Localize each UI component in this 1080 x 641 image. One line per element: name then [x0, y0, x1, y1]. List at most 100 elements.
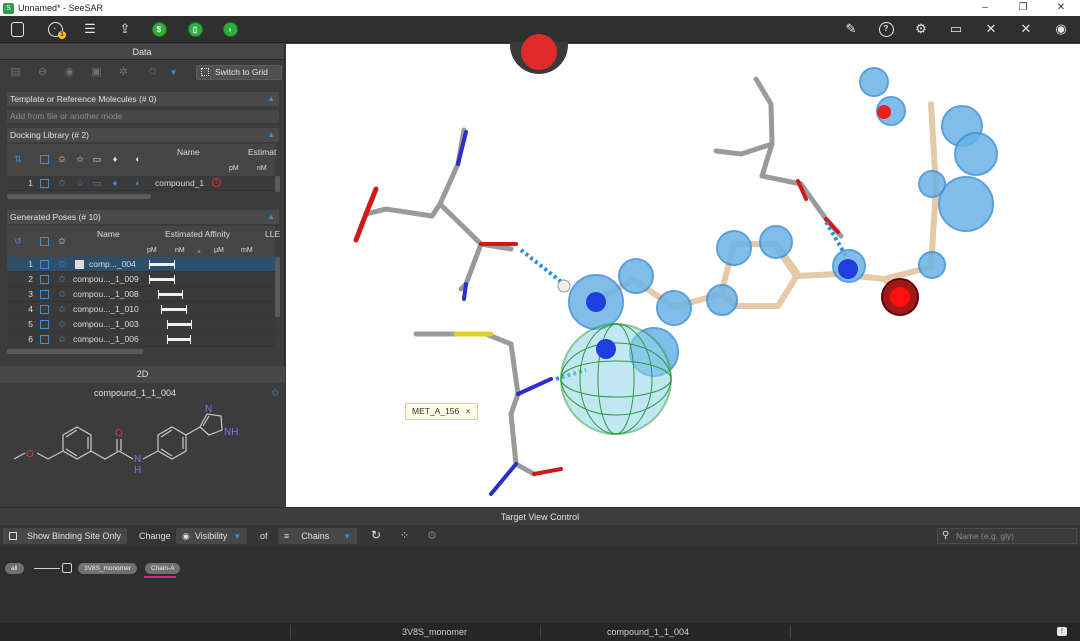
pin-icon[interactable]: ✩	[57, 274, 67, 284]
palette-icon[interactable]: ◐	[133, 178, 143, 188]
row-checkbox[interactable]	[40, 320, 49, 329]
preferences-button[interactable]: ⚙	[912, 20, 930, 38]
green-action-2-button[interactable]: ▯	[186, 20, 204, 38]
col-estimated-header[interactable]: Estimat	[248, 147, 276, 157]
view-button[interactable]: ◉	[1052, 20, 1070, 38]
comment-icon[interactable]: ▭	[92, 154, 102, 164]
row-checkbox[interactable]	[40, 179, 49, 188]
flame-icon[interactable]: ♦	[110, 178, 120, 188]
eye-icon[interactable]: ◉	[63, 66, 76, 79]
pin-icon[interactable]: ✩	[57, 334, 67, 344]
minus-circle-icon[interactable]: ⊖	[36, 66, 49, 79]
two-d-panel-title: 2D	[0, 366, 285, 383]
table-row[interactable]: 1 ✩ ☆ ▭ ♦ ◐ compound_1 !	[7, 176, 275, 191]
reset-view-button[interactable]: ↻	[371, 528, 381, 544]
star-icon[interactable]: ☆	[75, 154, 85, 164]
pin-icon[interactable]: ✩	[57, 236, 67, 246]
eye-toggle-icon[interactable]	[62, 563, 72, 573]
row-checkbox[interactable]	[40, 290, 49, 299]
generated-poses-count: (# 10)	[78, 212, 101, 222]
settings-gear-button[interactable]: ⚙	[427, 528, 437, 544]
sort-icon[interactable]: ⇅	[13, 154, 23, 164]
pin-icon[interactable]: ✩	[271, 388, 279, 399]
chevron-down-icon[interactable]: ▼	[167, 66, 180, 79]
poses-vertical-scrollbar[interactable]	[275, 257, 280, 317]
show-binding-site-only-button[interactable]: Show Binding Site Only	[3, 528, 128, 544]
row-checkbox[interactable]	[40, 335, 49, 344]
col-name-header[interactable]: Name	[177, 147, 200, 157]
pin-icon[interactable]: ✩	[57, 289, 67, 299]
docking-library-count: (# 2)	[71, 130, 89, 140]
row-checkbox[interactable]	[40, 305, 49, 314]
poses-horizontal-scrollbar[interactable]	[7, 349, 143, 354]
pin-icon[interactable]: ✩	[57, 178, 67, 188]
row-number: 1	[28, 178, 33, 188]
restore-button[interactable]: ❐	[1004, 0, 1042, 16]
switch-to-grid-button[interactable]: Switch to Grid	[196, 65, 282, 80]
star-edit-icon[interactable]: ✩	[146, 66, 159, 79]
pin-icon[interactable]: ✩	[57, 304, 67, 314]
row-number: 6	[28, 334, 33, 344]
save-icon[interactable]: ▣	[90, 66, 103, 79]
pin-icon[interactable]: ✩	[57, 319, 67, 329]
chains-dropdown[interactable]: ≡ Chains ▼	[278, 528, 358, 544]
palette-icon[interactable]: ◐	[133, 154, 143, 164]
molecule-icon[interactable]: ✲	[117, 66, 130, 79]
announcements-button[interactable]: ✎	[842, 20, 860, 38]
add-template-field[interactable]: Add from file or another mode	[7, 110, 279, 123]
flame-icon[interactable]: ♦	[110, 154, 120, 164]
notification-icon[interactable]: !	[1057, 627, 1067, 636]
star-icon[interactable]: ☆	[75, 178, 85, 188]
tools-button[interactable]: ✕	[982, 20, 1000, 38]
green-action-1-button[interactable]: $	[150, 20, 168, 38]
comment-icon[interactable]: ▭	[92, 178, 102, 188]
residue-tag-close-icon[interactable]: ×	[466, 406, 471, 416]
generated-poses-header[interactable]: Generated Poses (# 10) ▲	[7, 210, 279, 224]
atom-o-label: O	[26, 449, 34, 460]
new-project-button[interactable]	[8, 20, 26, 38]
screen-button[interactable]: ▭	[947, 20, 965, 38]
sort-ascending-icon[interactable]: ▲	[196, 249, 202, 255]
molecules-mode-button[interactable]: · 1	[46, 20, 66, 39]
table-row[interactable]: 2 ✩ compou..._1_009	[7, 272, 275, 287]
col-lle-header[interactable]: LLE	[265, 229, 280, 239]
residue-search-input[interactable]: Name (e.g. gly)	[937, 528, 1077, 544]
select-all-checkbox[interactable]	[40, 155, 49, 164]
collapse-arrow-icon[interactable]: ▲	[267, 128, 275, 142]
row-checkbox[interactable]	[40, 275, 49, 284]
tree-node-all[interactable]: all	[5, 563, 24, 574]
pin-icon[interactable]: ✩	[57, 154, 67, 164]
help-button[interactable]: ?	[877, 20, 895, 38]
table-row[interactable]: 4 ✩ compou..._1_010	[7, 302, 275, 317]
minimize-button[interactable]: –	[966, 0, 1004, 16]
tools-alt-button[interactable]: ✕	[1017, 20, 1035, 38]
table-row[interactable]: 6 ✩ compou..._1_006	[7, 332, 275, 347]
docking-library-header[interactable]: Docking Library (# 2) ▲	[7, 128, 279, 142]
table-row[interactable]: 5 ✩ compou..._1_003	[7, 317, 275, 332]
row-checkbox[interactable]	[40, 260, 49, 269]
settings-sliders-button[interactable]: ☰	[81, 20, 99, 38]
table-row[interactable]: 1 ✩ comp..._004	[7, 257, 275, 272]
library-horizontal-scrollbar[interactable]	[7, 194, 151, 199]
col-name-header[interactable]: Name	[97, 229, 120, 239]
close-window-button[interactable]: ✕	[1042, 0, 1080, 16]
collapse-arrow-icon[interactable]: ▲	[267, 210, 275, 224]
visibility-dropdown[interactable]: ◉ Visibility ▼	[176, 528, 248, 544]
export-button[interactable]: ⇪	[116, 20, 134, 38]
green-action-3-button[interactable]: ›	[221, 20, 239, 38]
col-affinity-header[interactable]: Estimated Affinity	[165, 229, 230, 239]
tree-node-monomer[interactable]: 3V8S_monomer	[78, 563, 137, 574]
table-row[interactable]: 3 ✩ compou..._1_008	[7, 287, 275, 302]
template-section-header[interactable]: Template or Reference Molecules (# 0) ▲	[7, 92, 279, 106]
residue-tag-label: MET_A_156	[412, 406, 460, 416]
tree-node-chain[interactable]: Chain-A	[145, 563, 181, 574]
scatter-button[interactable]: ⁘	[400, 528, 409, 544]
select-all-checkbox[interactable]	[40, 237, 49, 246]
residue-tag[interactable]: MET_A_156 ×	[405, 403, 478, 420]
undo-icon[interactable]: ↺	[13, 236, 23, 246]
three-d-viewport[interactable]: MET_A_156 ×	[286, 34, 1080, 507]
pin-icon[interactable]: ✩	[57, 259, 67, 269]
library-vertical-scrollbar[interactable]	[275, 176, 280, 192]
collapse-arrow-icon[interactable]: ▲	[267, 92, 275, 106]
calculator-icon[interactable]: ▤	[9, 66, 22, 79]
